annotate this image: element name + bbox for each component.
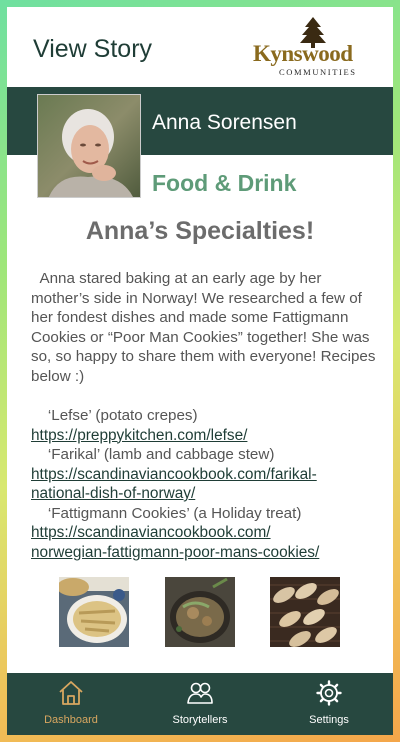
- top-header: View Story Kynswood COMMUNITIES: [7, 7, 393, 87]
- logo-wordmark: Kynswood: [253, 41, 353, 66]
- bottom-nav: Dashboard Storytellers Settings: [7, 673, 393, 735]
- recipe-link-fattigmann[interactable]: https://scandinaviancookbook.com/: [31, 524, 271, 541]
- kynswood-logo[interactable]: Kynswood COMMUNITIES: [249, 15, 377, 79]
- gear-icon: [316, 680, 342, 706]
- recipe-link-farikal[interactable]: https://scandinaviancookbook.com/farikal…: [31, 466, 317, 483]
- people-icon: [187, 682, 213, 704]
- photo-strip: [7, 577, 393, 647]
- story-title: Anna’s Specialties!: [85, 217, 315, 245]
- nav-dashboard[interactable]: Dashboard: [7, 673, 135, 735]
- lefse-photo[interactable]: [59, 577, 129, 647]
- avatar: [37, 94, 141, 198]
- recipe-link-farikal-cont[interactable]: national-dish-of-norway/: [31, 485, 195, 502]
- app-screen: View Story Kynswood COMMUNITIES Anna Sor…: [7, 7, 393, 735]
- story-paragraph: Anna stared baking at an early age by he…: [31, 270, 380, 385]
- fattigmann-photo[interactable]: [270, 577, 340, 647]
- recipe-label-lefse: ‘Lefse’ (potato crepes): [31, 407, 198, 424]
- home-icon: [59, 681, 83, 705]
- recipe-link-fattigmann-cont[interactable]: norwegian-fattigmann-poor-mans-cookies/: [31, 544, 319, 561]
- nav-dashboard-label: Dashboard: [44, 714, 98, 726]
- farikal-photo[interactable]: [165, 577, 235, 647]
- story-category: Food & Drink: [152, 170, 297, 196]
- recipe-label-fattigmann: ‘Fattigmann Cookies’ (a Holiday treat): [31, 504, 302, 522]
- story-body: Anna stared baking at an early age by he…: [31, 269, 381, 562]
- nav-storytellers[interactable]: Storytellers: [136, 673, 264, 735]
- recipe-link-lefse[interactable]: https://preppykitchen.com/lefse/: [31, 427, 247, 444]
- recipe-label-farikal: ‘Farikal’ (lamb and cabbage stew): [31, 446, 275, 463]
- nav-storytellers-label: Storytellers: [172, 714, 228, 726]
- logo-subtitle: COMMUNITIES: [279, 67, 357, 77]
- storyteller-name: Anna Sorensen: [152, 111, 297, 134]
- nav-settings-label: Settings: [309, 714, 349, 726]
- page-title: View Story: [33, 35, 153, 63]
- nav-settings[interactable]: Settings: [265, 673, 393, 735]
